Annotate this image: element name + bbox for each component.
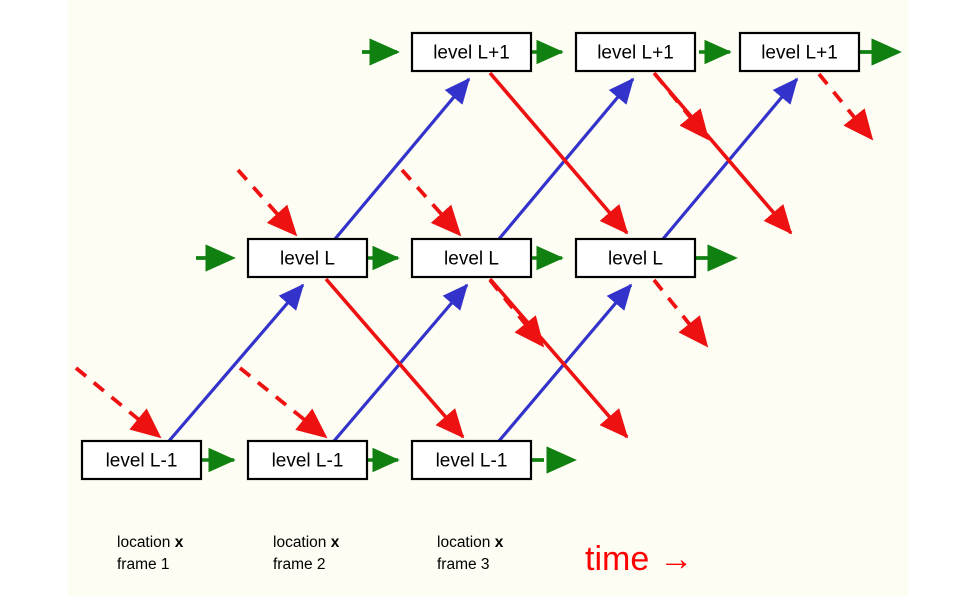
node-label: level L-1 [436, 451, 508, 472]
column-caption-frame1: location x frame 1 [117, 534, 184, 573]
node-row-top: level L+1 level L+1 level L+1 [410, 31, 861, 73]
blue-edge-middle1-top1 [333, 77, 471, 241]
caption-line1: location x [273, 534, 340, 551]
red-dashed-out-middle3 [652, 278, 709, 348]
caption-line2: frame 1 [117, 556, 170, 573]
node-label: level L [280, 249, 335, 270]
red-dashed-into-middle2 [400, 168, 462, 237]
node-top-frame1[interactable]: level L+1 [410, 31, 533, 73]
node-bottom-frame2[interactable]: level L-1 [246, 439, 369, 481]
column-caption-frame3: location x frame 3 [437, 534, 504, 573]
red-edge-middle1-bottom2 [324, 277, 465, 439]
red-feedback-edges-upper [488, 71, 793, 235]
red-edge-top1-middle2 [488, 71, 629, 235]
node-label: level L+1 [761, 43, 838, 64]
red-dashed-out-top3 [817, 72, 874, 141]
column-captions: location x frame 1 location x frame 2 lo… [117, 534, 504, 573]
red-dashed-into-middle1 [236, 168, 298, 237]
node-middle-frame2[interactable]: level L [410, 237, 533, 279]
diagram-root: level L+1 level L+1 level L+1 level L le… [0, 0, 974, 609]
node-label: level L-1 [272, 451, 344, 472]
red-feedback-edges-lower [324, 277, 629, 439]
node-label: level L [608, 249, 663, 270]
time-arrow-icon: → [659, 540, 693, 578]
node-label: level L+1 [433, 43, 510, 64]
caption-line2: frame 3 [437, 556, 490, 573]
blue-edge-bottom1-middle1 [167, 283, 305, 443]
node-top-frame3[interactable]: level L+1 [738, 31, 861, 73]
node-bottom-frame1[interactable]: level L-1 [80, 439, 203, 481]
node-label: level L [444, 249, 499, 270]
caption-line1: location x [117, 534, 184, 551]
red-dashed-into-bottom1 [74, 366, 162, 439]
red-dashed-incoming-edges [74, 168, 462, 439]
node-row-middle: level L level L level L [246, 237, 697, 279]
red-dashed-out-middle2 [488, 278, 545, 348]
node-top-frame2[interactable]: level L+1 [574, 31, 697, 73]
red-dashed-into-bottom2 [238, 366, 328, 439]
node-bottom-frame3[interactable]: level L-1 [410, 439, 533, 481]
node-label: level L-1 [106, 451, 178, 472]
lattice-diagram: level L+1 level L+1 level L+1 level L le… [74, 31, 902, 578]
node-row-bottom: level L-1 level L-1 level L-1 [80, 439, 533, 481]
caption-line1: location x [437, 534, 504, 551]
red-dashed-outgoing-edges [488, 72, 874, 348]
time-axis-label: time → [585, 540, 693, 578]
node-label: level L+1 [597, 43, 674, 64]
caption-line2: frame 2 [273, 556, 326, 573]
node-middle-frame1[interactable]: level L [246, 237, 369, 279]
column-caption-frame2: location x frame 2 [273, 534, 340, 573]
node-middle-frame3[interactable]: level L [574, 237, 697, 279]
time-label: time → [585, 540, 693, 578]
